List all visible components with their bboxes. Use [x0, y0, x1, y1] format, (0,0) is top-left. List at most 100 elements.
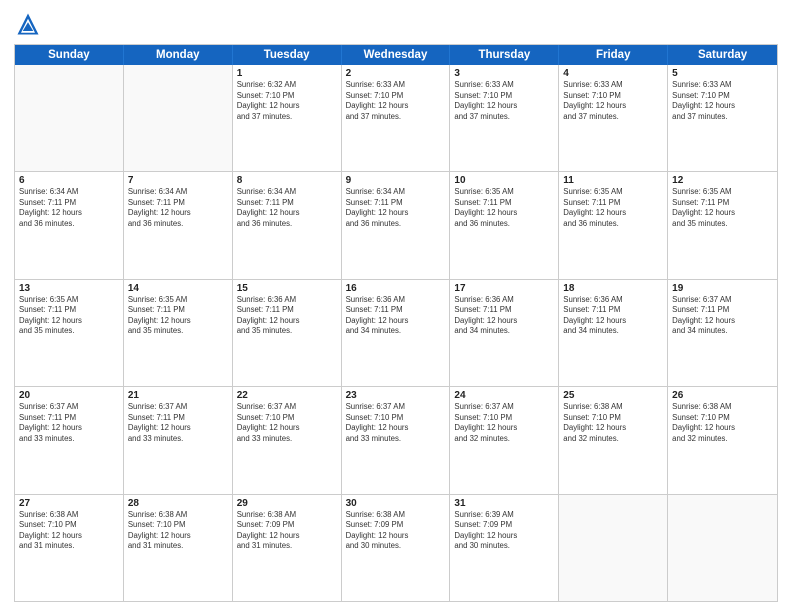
day-number: 19 [672, 283, 773, 294]
cell-line: Sunset: 7:11 PM [563, 198, 663, 209]
day-number: 23 [346, 390, 446, 401]
calendar-cell-empty-0-0 [15, 65, 124, 171]
cell-line: Sunset: 7:10 PM [346, 413, 446, 424]
cell-line: Sunset: 7:10 PM [563, 413, 663, 424]
cell-line: Daylight: 12 hours [346, 316, 446, 327]
day-number: 29 [237, 498, 337, 509]
day-number: 6 [19, 175, 119, 186]
header [14, 10, 778, 38]
cell-line: Sunrise: 6:33 AM [672, 80, 773, 91]
cell-line: and 31 minutes. [19, 541, 119, 552]
cell-line: Sunrise: 6:34 AM [346, 187, 446, 198]
cell-line: Sunrise: 6:37 AM [128, 402, 228, 413]
cell-line: Sunrise: 6:38 AM [563, 402, 663, 413]
day-number: 30 [346, 498, 446, 509]
cell-line: and 31 minutes. [237, 541, 337, 552]
cell-line: Sunset: 7:11 PM [128, 198, 228, 209]
header-day-wednesday: Wednesday [342, 45, 451, 65]
cell-line: Daylight: 12 hours [672, 423, 773, 434]
cell-line: Sunset: 7:11 PM [19, 413, 119, 424]
cell-line: Sunrise: 6:35 AM [128, 295, 228, 306]
cell-line: and 33 minutes. [237, 434, 337, 445]
cell-line: Sunset: 7:11 PM [237, 198, 337, 209]
day-number: 31 [454, 498, 554, 509]
day-number: 17 [454, 283, 554, 294]
cell-line: and 36 minutes. [128, 219, 228, 230]
cell-line: Daylight: 12 hours [454, 208, 554, 219]
cell-line: Sunset: 7:11 PM [346, 305, 446, 316]
cell-line: Sunset: 7:10 PM [346, 91, 446, 102]
cell-line: Sunset: 7:11 PM [672, 198, 773, 209]
cell-line: Sunset: 7:11 PM [128, 413, 228, 424]
day-number: 9 [346, 175, 446, 186]
day-number: 5 [672, 68, 773, 79]
calendar-cell-11: 11Sunrise: 6:35 AMSunset: 7:11 PMDayligh… [559, 172, 668, 278]
cell-line: Daylight: 12 hours [346, 423, 446, 434]
cell-line: and 30 minutes. [454, 541, 554, 552]
cell-line: and 34 minutes. [454, 326, 554, 337]
day-number: 11 [563, 175, 663, 186]
cell-line: Daylight: 12 hours [19, 423, 119, 434]
cell-line: Daylight: 12 hours [237, 531, 337, 542]
cell-line: Daylight: 12 hours [128, 316, 228, 327]
cell-line: Sunset: 7:11 PM [563, 305, 663, 316]
cell-line: Sunrise: 6:36 AM [454, 295, 554, 306]
cell-line: Sunrise: 6:34 AM [19, 187, 119, 198]
cell-line: Daylight: 12 hours [563, 316, 663, 327]
cell-line: and 34 minutes. [346, 326, 446, 337]
cell-line: and 37 minutes. [237, 112, 337, 123]
cell-line: Sunrise: 6:37 AM [346, 402, 446, 413]
calendar-cell-23: 23Sunrise: 6:37 AMSunset: 7:10 PMDayligh… [342, 387, 451, 493]
day-number: 28 [128, 498, 228, 509]
cell-line: Sunrise: 6:36 AM [237, 295, 337, 306]
calendar-cell-18: 18Sunrise: 6:36 AMSunset: 7:11 PMDayligh… [559, 280, 668, 386]
cell-line: Sunrise: 6:38 AM [237, 510, 337, 521]
cell-line: and 35 minutes. [19, 326, 119, 337]
cell-line: Sunrise: 6:37 AM [454, 402, 554, 413]
day-number: 2 [346, 68, 446, 79]
cell-line: Sunrise: 6:37 AM [19, 402, 119, 413]
cell-line: Daylight: 12 hours [128, 423, 228, 434]
day-number: 4 [563, 68, 663, 79]
cell-line: and 33 minutes. [19, 434, 119, 445]
cell-line: Sunset: 7:10 PM [19, 520, 119, 531]
week-row-5: 27Sunrise: 6:38 AMSunset: 7:10 PMDayligh… [15, 495, 777, 601]
cell-line: and 31 minutes. [128, 541, 228, 552]
cell-line: Daylight: 12 hours [346, 531, 446, 542]
cell-line: Sunrise: 6:36 AM [346, 295, 446, 306]
logo-icon [14, 10, 42, 38]
cell-line: Sunrise: 6:33 AM [454, 80, 554, 91]
cell-line: and 36 minutes. [19, 219, 119, 230]
page: SundayMondayTuesdayWednesdayThursdayFrid… [0, 0, 792, 612]
cell-line: and 36 minutes. [454, 219, 554, 230]
cell-line: Daylight: 12 hours [237, 101, 337, 112]
cell-line: Sunset: 7:10 PM [237, 91, 337, 102]
cell-line: and 34 minutes. [563, 326, 663, 337]
calendar-cell-2: 2Sunrise: 6:33 AMSunset: 7:10 PMDaylight… [342, 65, 451, 171]
week-row-1: 1Sunrise: 6:32 AMSunset: 7:10 PMDaylight… [15, 65, 777, 172]
calendar-body: 1Sunrise: 6:32 AMSunset: 7:10 PMDaylight… [15, 65, 777, 601]
cell-line: Daylight: 12 hours [563, 208, 663, 219]
calendar-cell-12: 12Sunrise: 6:35 AMSunset: 7:11 PMDayligh… [668, 172, 777, 278]
cell-line: and 36 minutes. [563, 219, 663, 230]
calendar-cell-30: 30Sunrise: 6:38 AMSunset: 7:09 PMDayligh… [342, 495, 451, 601]
cell-line: Daylight: 12 hours [454, 316, 554, 327]
calendar-cell-5: 5Sunrise: 6:33 AMSunset: 7:10 PMDaylight… [668, 65, 777, 171]
week-row-4: 20Sunrise: 6:37 AMSunset: 7:11 PMDayligh… [15, 387, 777, 494]
cell-line: Daylight: 12 hours [346, 208, 446, 219]
cell-line: Daylight: 12 hours [563, 423, 663, 434]
cell-line: and 37 minutes. [454, 112, 554, 123]
calendar-cell-10: 10Sunrise: 6:35 AMSunset: 7:11 PMDayligh… [450, 172, 559, 278]
cell-line: Daylight: 12 hours [237, 423, 337, 434]
cell-line: Sunset: 7:11 PM [454, 305, 554, 316]
cell-line: Sunrise: 6:38 AM [672, 402, 773, 413]
cell-line: Sunrise: 6:34 AM [237, 187, 337, 198]
cell-line: and 35 minutes. [237, 326, 337, 337]
cell-line: and 37 minutes. [563, 112, 663, 123]
cell-line: Sunset: 7:09 PM [237, 520, 337, 531]
cell-line: and 35 minutes. [672, 219, 773, 230]
header-day-tuesday: Tuesday [233, 45, 342, 65]
day-number: 20 [19, 390, 119, 401]
cell-line: Daylight: 12 hours [454, 423, 554, 434]
cell-line: Sunset: 7:10 PM [563, 91, 663, 102]
